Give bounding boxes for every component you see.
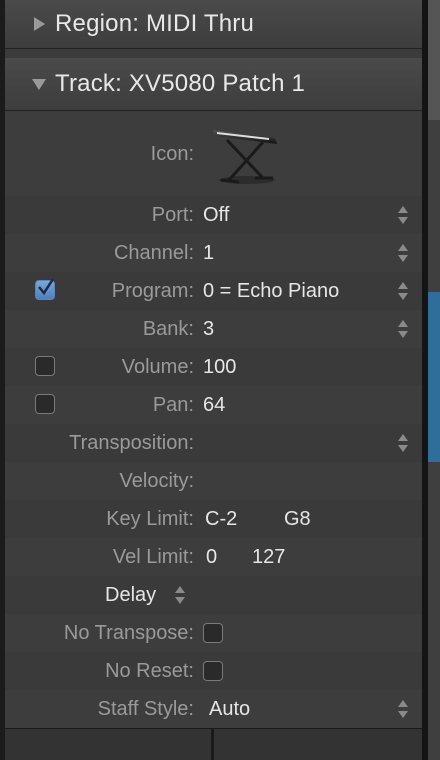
pan-value[interactable]: 64 xyxy=(203,386,225,424)
track-inspector-window: Region: MIDI Thru Track: XV5080 Patch 1 … xyxy=(0,0,440,760)
transposition-row[interactable]: Transposition: xyxy=(5,424,422,462)
no-reset-checkbox[interactable] xyxy=(203,661,223,681)
staff-style-value[interactable]: Auto xyxy=(209,690,250,728)
keyboard-stand-icon[interactable] xyxy=(205,120,285,186)
checkmark-icon xyxy=(38,278,55,296)
key-limit-high[interactable]: G8 xyxy=(284,500,311,538)
program-value[interactable]: 0 = Echo Piano xyxy=(203,272,339,310)
pan-row[interactable]: Pan: 64 xyxy=(5,386,422,424)
program-label: Program: xyxy=(111,279,194,302)
vel-limit-label: Vel Limit: xyxy=(112,545,194,568)
channel-stepper-icon[interactable] xyxy=(396,243,410,263)
channel-row[interactable]: Channel: 1 xyxy=(5,234,422,272)
port-value[interactable]: Off xyxy=(203,196,229,234)
volume-checkbox[interactable] xyxy=(35,356,55,376)
inspector-panel: Region: MIDI Thru Track: XV5080 Patch 1 … xyxy=(5,0,422,760)
no-transpose-checkbox[interactable] xyxy=(203,623,223,643)
track-parameters: Icon: Port: Off Channel: 1 Program: 0 = … xyxy=(5,112,422,728)
volume-value[interactable]: 100 xyxy=(203,348,236,386)
adjacent-panel-edge xyxy=(428,0,440,760)
key-limit-row[interactable]: Key Limit: C-2 G8 xyxy=(5,500,422,538)
no-reset-row[interactable]: No Reset: xyxy=(5,652,422,690)
vel-limit-row[interactable]: Vel Limit: 0 127 xyxy=(5,538,422,576)
channel-value[interactable]: 1 xyxy=(203,234,214,272)
delay-label[interactable]: Delay xyxy=(105,576,156,614)
staff-style-label: Staff Style: xyxy=(97,697,194,720)
transposition-stepper-icon[interactable] xyxy=(396,433,410,453)
no-transpose-value[interactable] xyxy=(203,614,223,652)
no-reset-label: No Reset: xyxy=(105,659,194,682)
key-limit-label: Key Limit: xyxy=(106,507,194,530)
adjacent-panel-selection xyxy=(428,292,440,462)
icon-label: Icon: xyxy=(150,142,194,165)
channel-label: Channel: xyxy=(113,241,194,264)
staff-style-row[interactable]: Staff Style: Auto xyxy=(5,690,422,728)
region-header[interactable]: Region: MIDI Thru xyxy=(5,0,422,49)
transposition-label: Transposition: xyxy=(69,431,194,454)
disclosure-triangle-right-icon[interactable] xyxy=(31,16,47,32)
inspector-footer xyxy=(5,728,422,760)
program-stepper-icon[interactable] xyxy=(396,281,410,301)
bank-row[interactable]: Bank: 3 xyxy=(5,310,422,348)
icon-row: Icon: xyxy=(5,112,422,196)
program-row[interactable]: Program: 0 = Echo Piano xyxy=(5,272,422,310)
staff-style-stepper-icon[interactable] xyxy=(396,699,410,719)
footer-divider xyxy=(211,729,214,760)
port-label: Port: xyxy=(151,203,194,226)
velocity-label: Velocity: xyxy=(119,469,194,492)
vel-limit-high[interactable]: 127 xyxy=(252,538,285,576)
bank-value[interactable]: 3 xyxy=(203,310,214,348)
key-limit-low[interactable]: C-2 xyxy=(205,500,237,538)
volume-label: Volume: xyxy=(121,355,194,378)
disclosure-triangle-down-icon[interactable] xyxy=(31,76,47,92)
pan-checkbox[interactable] xyxy=(35,394,55,414)
track-header[interactable]: Track: XV5080 Patch 1 xyxy=(5,58,422,111)
volume-row[interactable]: Volume: 100 xyxy=(5,348,422,386)
velocity-row[interactable]: Velocity: xyxy=(5,462,422,500)
vel-limit-low[interactable]: 0 xyxy=(206,538,217,576)
no-transpose-label: No Transpose: xyxy=(63,621,194,644)
port-stepper-icon[interactable] xyxy=(396,205,410,225)
pan-label: Pan: xyxy=(152,393,194,416)
program-checkbox[interactable] xyxy=(35,278,55,300)
port-row[interactable]: Port: Off xyxy=(5,196,422,234)
no-reset-value[interactable] xyxy=(203,652,223,690)
adjacent-panel-top xyxy=(428,0,440,120)
no-transpose-row[interactable]: No Transpose: xyxy=(5,614,422,652)
track-title: Track: XV5080 Patch 1 xyxy=(55,70,306,97)
delay-stepper-icon[interactable] xyxy=(173,585,187,605)
delay-row[interactable]: Delay xyxy=(5,576,422,614)
bank-stepper-icon[interactable] xyxy=(396,319,410,339)
region-title: Region: MIDI Thru xyxy=(55,10,255,37)
bank-label: Bank: xyxy=(142,317,194,340)
